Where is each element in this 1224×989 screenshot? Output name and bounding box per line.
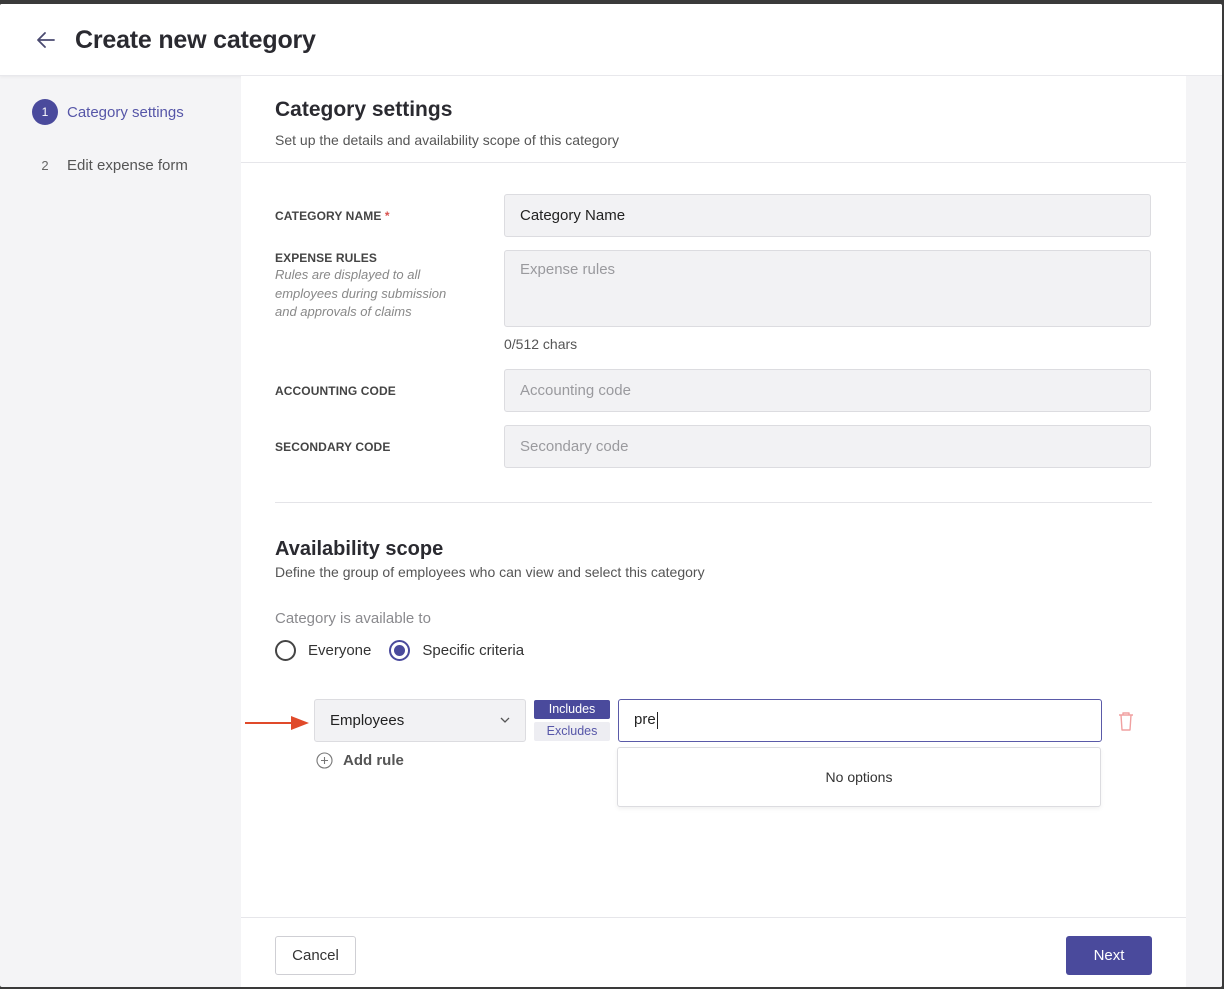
main-panel: Category settings Set up the details and…	[241, 76, 1186, 987]
section-title: Category settings	[275, 98, 453, 121]
cancel-button[interactable]: Cancel	[275, 936, 356, 975]
footer: Cancel Next	[241, 917, 1186, 987]
no-options-message: No options	[825, 769, 893, 785]
step-label: Category settings	[67, 103, 184, 121]
app-window: Create new category 1 Category settings …	[0, 4, 1222, 987]
panel-header: Category settings Set up the details and…	[241, 76, 1186, 163]
char-count: 0/512 chars	[504, 336, 578, 352]
includes-option[interactable]: Includes	[534, 700, 610, 719]
right-gutter	[1186, 76, 1222, 987]
options-dropdown: No options	[617, 747, 1101, 807]
text-caret	[656, 711, 658, 729]
category-name-label: CATEGORY NAME *	[275, 209, 390, 223]
annotation-arrow-icon	[245, 716, 309, 730]
accounting-code-label: ACCOUNTING CODE	[275, 384, 396, 398]
radio-everyone-label: Everyone	[308, 642, 372, 659]
step-number: 1	[32, 99, 58, 125]
step-label: Edit expense form	[67, 156, 188, 174]
rule-field-select[interactable]: Employees	[314, 699, 526, 742]
back-arrow-icon[interactable]	[34, 28, 58, 52]
available-to-label: Category is available to	[275, 610, 431, 627]
plus-circle-icon	[316, 752, 333, 769]
delete-rule-trash-icon[interactable]	[1117, 710, 1135, 732]
search-value: pre	[634, 711, 656, 728]
rule-value-search-input[interactable]: pre	[618, 699, 1102, 742]
include-exclude-toggle: Includes Excludes	[534, 700, 610, 741]
expense-rules-textarea[interactable]: Expense rules	[504, 250, 1151, 327]
category-name-label-text: CATEGORY NAME	[275, 209, 382, 223]
expense-rules-help: Rules are displayed to all employees dur…	[275, 267, 447, 319]
page-title: Create new category	[75, 26, 316, 54]
next-button[interactable]: Next	[1066, 936, 1152, 975]
accounting-code-input[interactable]: Accounting code	[504, 369, 1151, 412]
availability-radio-group: Everyone Specific criteria	[275, 640, 542, 661]
required-mark: *	[384, 209, 390, 223]
excludes-option[interactable]: Excludes	[534, 722, 610, 741]
radio-specific-label: Specific criteria	[422, 642, 525, 659]
radio-selected-dot	[394, 645, 406, 656]
secondary-code-input[interactable]: Secondary code	[504, 425, 1151, 468]
availability-title: Availability scope	[275, 538, 444, 560]
step-number: 2	[41, 157, 49, 173]
radio-specific-criteria[interactable]	[389, 640, 411, 661]
section-divider	[275, 502, 1152, 503]
section-subtitle: Set up the details and availability scop…	[275, 132, 619, 148]
category-name-input[interactable]: Category Name	[504, 194, 1151, 237]
chevron-down-icon	[500, 717, 510, 723]
add-rule-button[interactable]: Add rule	[316, 752, 404, 769]
secondary-code-label: SECONDARY CODE	[275, 440, 391, 454]
radio-everyone[interactable]	[275, 640, 296, 661]
step-category-settings[interactable]: 1 Category settings	[32, 99, 184, 125]
top-bar: Create new category	[0, 4, 1222, 76]
step-edit-expense-form[interactable]: 2 Edit expense form	[32, 152, 188, 178]
expense-rules-label: EXPENSE RULES	[275, 251, 377, 265]
add-rule-label: Add rule	[343, 752, 404, 769]
availability-subtitle: Define the group of employees who can vi…	[275, 564, 705, 580]
rule-field-value: Employees	[330, 712, 405, 729]
